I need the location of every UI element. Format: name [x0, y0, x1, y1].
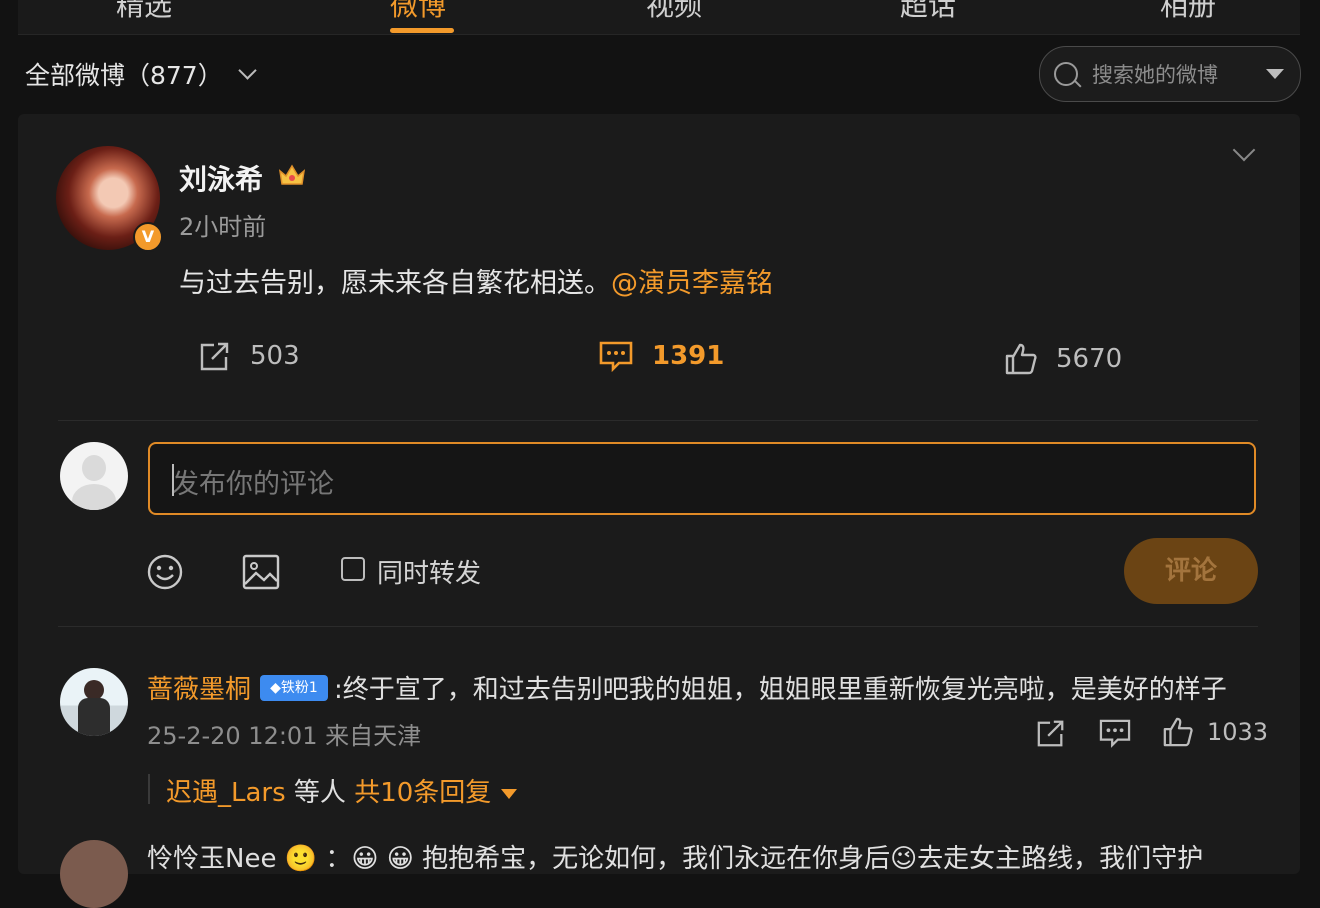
comment-icon[interactable]	[1098, 718, 1132, 748]
my-avatar	[60, 442, 128, 510]
text-cursor	[172, 464, 174, 496]
reply-mid: 等人	[285, 778, 355, 808]
tab-super-topic[interactable]: 超话	[900, 0, 956, 24]
forward-label[interactable]: 同时转发	[377, 553, 481, 590]
comment-button[interactable]: 1391	[598, 340, 724, 372]
avatar-figure-head	[84, 680, 104, 700]
repost-button[interactable]: 503	[198, 340, 300, 372]
commenter-name[interactable]: 蔷薇墨桐	[147, 669, 251, 706]
chevron-down-icon	[238, 60, 257, 80]
search-input[interactable]: 搜索她的微博	[1092, 59, 1218, 89]
reply-count[interactable]: 共10条回复	[354, 778, 491, 808]
avatar-figure-body	[78, 698, 110, 736]
fan-badge-label: 铁粉1	[280, 680, 318, 696]
comment-placeholder: 发布你的评论	[172, 469, 334, 500]
divider	[58, 420, 1258, 421]
reply-user[interactable]: 迟遇_Lars	[166, 778, 286, 808]
replies-summary[interactable]: 迟遇_Lars 等人 共10条回复	[166, 772, 518, 809]
tab-weibo[interactable]: 微博	[390, 0, 446, 24]
mention-link[interactable]: @演员李嘉铭	[611, 268, 773, 299]
comment-time: 25-2-20 12:01 来自天津	[147, 722, 422, 750]
repost-count: 503	[250, 341, 300, 371]
thumbs-up-icon	[1005, 343, 1037, 375]
comment-text-partial: 怜怜玉Nee 🙂 ：😀 😀 抱抱希宝，无论如何，我们永远在你身后😉去走女主路线，…	[147, 844, 1204, 874]
caret-down-icon[interactable]	[501, 788, 518, 799]
submit-comment-button[interactable]: 评论	[1124, 538, 1258, 604]
tab-featured[interactable]: 精选	[116, 0, 172, 24]
image-icon[interactable]	[242, 554, 280, 590]
crown-icon	[278, 164, 306, 185]
post-time: 2小时前	[179, 213, 267, 241]
search-icon	[1054, 62, 1078, 86]
like-button[interactable]: 5670	[1004, 342, 1122, 376]
post-body: 与过去告别，愿未来各自繁花相送。	[179, 268, 611, 299]
search-box[interactable]: 搜索她的微博	[1039, 46, 1301, 102]
forward-checkbox[interactable]	[341, 557, 365, 581]
filter-dropdown[interactable]: 全部微博（877）	[25, 56, 257, 92]
tab-album[interactable]: 相册	[1160, 0, 1216, 24]
fan-badge: ◆铁粉1	[260, 675, 328, 701]
comment-like-count: 1033	[1207, 718, 1269, 746]
post-text: 与过去告别，愿未来各自繁花相送。@演员李嘉铭	[179, 261, 773, 300]
emoji-icon[interactable]	[146, 553, 184, 591]
caret-down-icon[interactable]	[1266, 69, 1284, 79]
author-name[interactable]: 刘泳希	[179, 158, 263, 198]
filter-label: 全部微博（877）	[25, 61, 223, 90]
top-tab-bar: 精选 微博 视频 超话 相册	[18, 0, 1300, 35]
divider	[58, 626, 1258, 627]
commenter-avatar[interactable]	[60, 840, 128, 908]
tab-video[interactable]: 视频	[646, 0, 702, 24]
like-count: 5670	[1056, 344, 1123, 374]
thumbs-up-icon[interactable]	[1162, 716, 1194, 748]
comment-icon	[599, 341, 633, 372]
share-icon	[200, 342, 229, 371]
verified-badge-icon: V	[133, 222, 163, 252]
reply-indicator	[148, 774, 150, 804]
share-icon[interactable]	[1035, 718, 1067, 748]
comment-count: 1391	[652, 341, 725, 371]
commenter-avatar[interactable]	[60, 668, 128, 736]
active-tab-indicator	[390, 28, 454, 33]
comment-text: :终于宣了，和过去告别吧我的姐姐，姐姐眼里重新恢复光亮啦，是美好的样子	[334, 675, 1227, 705]
